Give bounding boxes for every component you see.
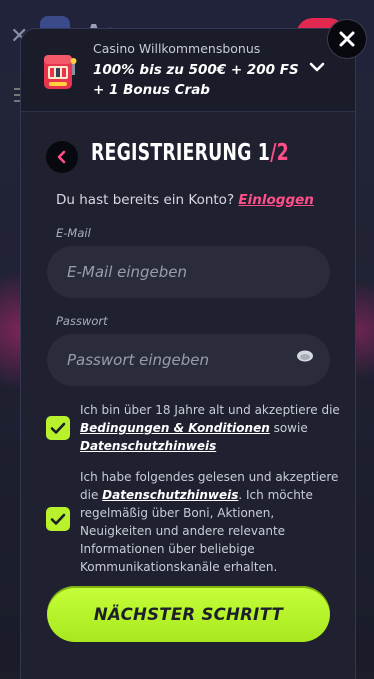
slot-machine-icon (44, 55, 77, 89)
password-label: Passwort (56, 314, 108, 328)
bonus-caption: Casino Willkommensbonus (93, 41, 261, 56)
age-consent-checkbox[interactable] (46, 416, 70, 440)
close-icon (339, 31, 355, 47)
welcome-bonus-banner[interactable]: Casino Willkommensbonus 100% bis zu 500€… (21, 29, 355, 112)
title-text: REGISTRIERUNG 1 (91, 140, 271, 166)
marketing-consent-text: Ich habe folgendes gelesen und akzeptier… (80, 468, 342, 576)
marketing-consent-checkbox[interactable] (46, 507, 70, 531)
back-arrow-icon (57, 150, 66, 164)
age-consent-mid: sowie (273, 421, 308, 435)
registration-modal: Casino Willkommensbonus 100% bis zu 500€… (20, 28, 356, 679)
email-field[interactable] (47, 246, 330, 298)
age-consent-prefix: Ich bin über 18 Jahre alt und akzeptiere… (80, 403, 340, 417)
page-title: REGISTRIERUNG 1/2 (91, 140, 289, 166)
age-consent-text: Ich bin über 18 Jahre alt und akzeptiere… (80, 401, 342, 455)
back-button[interactable] (46, 141, 78, 173)
eye-icon[interactable] (296, 349, 314, 363)
checkmark-icon (50, 513, 66, 525)
marketing-privacy-link[interactable]: Datenschutzhinweis (102, 488, 238, 502)
login-prompt-text: Du hast bereits ein Konto? (56, 192, 235, 208)
login-link[interactable]: Einloggen (238, 192, 313, 208)
bonus-title: 100% bis zu 500€ + 200 FS + 1 Bonus Crab (93, 62, 299, 98)
step-total: 2 (276, 140, 289, 166)
checkmark-icon (50, 422, 66, 434)
close-modal-button[interactable] (327, 19, 367, 59)
terms-link[interactable]: Bedingungen & Konditionen (80, 421, 270, 435)
privacy-link[interactable]: Datenschutzhinweis (80, 439, 216, 453)
login-prompt: Du hast bereits ein Konto? Einloggen (56, 192, 314, 208)
chevron-down-icon[interactable] (308, 60, 326, 74)
password-field[interactable] (47, 334, 330, 386)
next-step-button[interactable]: NÄCHSTER SCHRITT (47, 586, 330, 642)
email-label: E-Mail (56, 226, 91, 240)
